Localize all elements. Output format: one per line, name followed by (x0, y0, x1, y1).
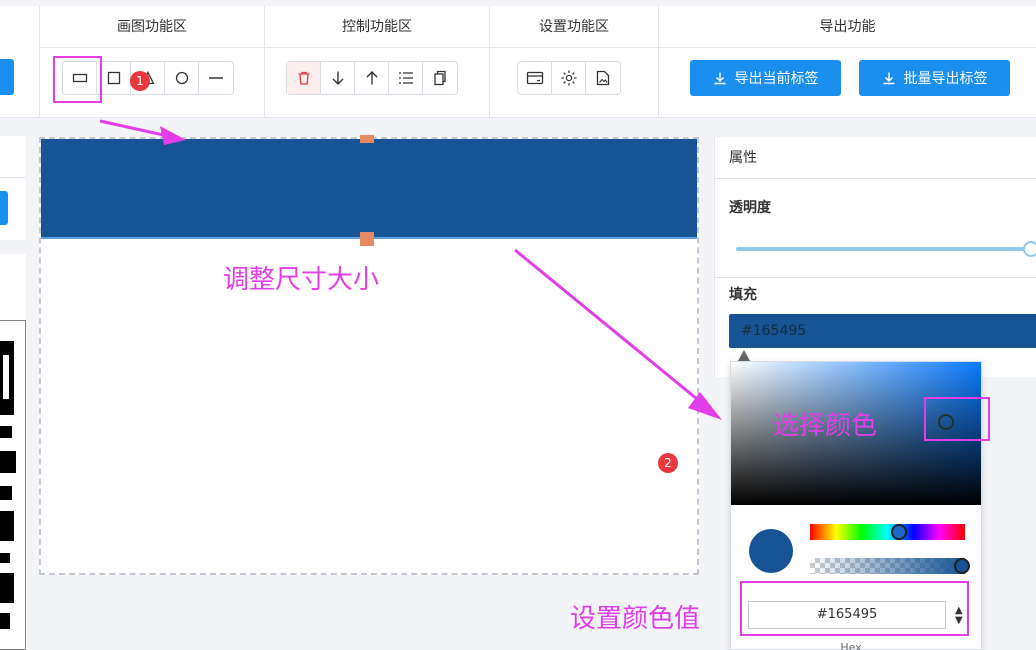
qr-code-image (0, 341, 16, 629)
opacity-label: 透明度 (729, 200, 771, 216)
annotation-badge-1: 1 (130, 71, 150, 91)
label-canvas[interactable] (39, 135, 699, 575)
left-sidebar-divider (0, 240, 26, 254)
annotation-badge-2: 2 (658, 453, 678, 473)
qr-code-preview (0, 320, 26, 650)
line-icon (209, 77, 223, 79)
opacity-slider-track[interactable] (736, 247, 1031, 251)
control-group-title: 控制功能区 (265, 6, 489, 48)
trash-icon (298, 71, 309, 85)
download-icon (883, 72, 894, 85)
hue-slider-thumb[interactable] (891, 524, 907, 540)
control-tools (286, 61, 458, 95)
alpha-slider[interactable] (810, 558, 965, 574)
card-icon (526, 71, 543, 85)
toolbar-group-settings: 设置功能区 (490, 6, 659, 118)
export-current-button[interactable]: 导出当前标签 (690, 60, 841, 96)
settings-button[interactable] (552, 62, 586, 94)
toolbar-group-export: 导出功能 导出当前标签 批量导出标签 (659, 6, 1036, 118)
square-icon (107, 71, 120, 85)
hue-slider[interactable] (810, 524, 965, 540)
gear-icon (561, 70, 576, 86)
copy-button[interactable] (423, 62, 457, 94)
layer-list-button[interactable] (389, 62, 423, 94)
settings-tools (517, 61, 621, 95)
toolbar-group-control: 控制功能区 (265, 6, 490, 118)
toolbar-group-offscreen (0, 6, 40, 118)
fill-label: 填充 (729, 287, 757, 303)
opacity-slider-thumb[interactable] (1023, 241, 1036, 257)
export-current-label: 导出当前标签 (734, 71, 819, 87)
toolbar: 画图功能区 控制功能区 设置功能区 导出功能 导出当前标签 批量导出标签 (0, 0, 1036, 118)
annotation-box-color-cursor (924, 397, 990, 441)
app-root: 画图功能区 控制功能区 设置功能区 导出功能 导出当前标签 批量导出标签 属性 … (0, 0, 1036, 650)
image-setting-button[interactable] (586, 62, 620, 94)
draw-line-button[interactable] (199, 62, 233, 94)
export-batch-label: 批量导出标签 (903, 71, 988, 87)
image-file-icon (596, 70, 610, 86)
color-preview-swatch (749, 529, 793, 573)
circle-icon (175, 71, 188, 85)
resize-handle-bottom[interactable] (360, 232, 374, 246)
partial-left-button[interactable] (0, 191, 8, 225)
panel-divider (715, 277, 1036, 278)
alpha-slider-thumb[interactable] (954, 558, 970, 574)
annotation-set-color-text: 设置颜色值 (570, 604, 701, 634)
selected-rectangle-shape[interactable] (41, 139, 697, 239)
export-group-title: 导出功能 (659, 6, 1036, 48)
annotation-resize-text: 调整尺寸大小 (223, 265, 380, 295)
annotation-choose-color-text: 选择颜色 (773, 411, 878, 441)
annotation-box-hex (740, 581, 969, 636)
move-up-button[interactable] (355, 62, 389, 94)
resize-handle-top[interactable] (360, 135, 374, 143)
arrow-down-icon (332, 71, 343, 85)
list-icon (398, 72, 413, 84)
left-sidebar-header (0, 136, 26, 178)
picker-pointer (738, 350, 750, 361)
fill-color-input[interactable]: #165495 (729, 314, 1036, 348)
draw-group-title: 画图功能区 (40, 6, 264, 48)
export-batch-button[interactable]: 批量导出标签 (859, 60, 1010, 96)
download-icon (714, 72, 725, 85)
background-setting-button[interactable] (518, 62, 552, 94)
arrow-up-icon (366, 71, 377, 85)
hex-format-label: Hex (840, 641, 862, 650)
settings-group-title: 设置功能区 (490, 6, 658, 48)
properties-header: 属性 (715, 137, 1036, 179)
draw-square-button[interactable] (97, 62, 131, 94)
properties-panel: 属性 透明度 填充 #165495 (714, 137, 1036, 377)
copy-icon (434, 70, 446, 86)
move-down-button[interactable] (321, 62, 355, 94)
annotation-box-rect-tool (53, 56, 102, 103)
delete-button[interactable] (287, 62, 321, 94)
draw-circle-button[interactable] (165, 62, 199, 94)
